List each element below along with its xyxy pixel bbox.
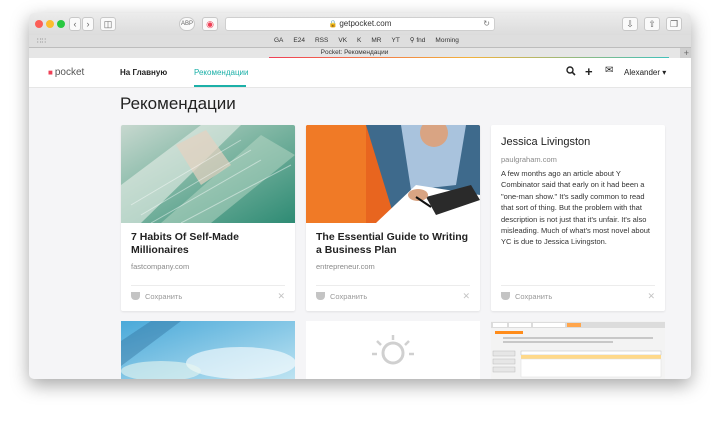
new-tab-button[interactable]: + <box>684 48 689 58</box>
money-thumbnail <box>121 125 295 223</box>
pocket-logo[interactable]: ■ pocket <box>48 67 84 78</box>
pocket-save-icon <box>131 292 140 300</box>
nav-home-link[interactable]: На Главную <box>120 68 167 77</box>
sky-thumbnail[interactable] <box>121 321 295 379</box>
chevron-down-icon: ▾ <box>662 68 667 77</box>
inbox-icon[interactable]: ✉ <box>605 65 613 76</box>
dismiss-icon[interactable]: ✕ <box>647 291 655 302</box>
card-title[interactable]: 7 Habits Of Self-Made Millionaires <box>131 231 289 257</box>
card-domain: paulgraham.com <box>501 155 557 164</box>
bookmark-fnd-label: fnd <box>416 37 426 44</box>
share-icon[interactable]: ⇧ <box>644 17 660 31</box>
page-title: Рекомендации <box>120 94 236 113</box>
reload-icon[interactable]: ↻ <box>483 18 490 30</box>
card-excerpt: A few months ago an article about Y Comb… <box>501 169 651 247</box>
pocket-extension-icon[interactable]: ◉ <box>202 17 218 31</box>
card-domain: entrepreneur.com <box>316 262 375 271</box>
bookmark-morning[interactable]: Morning <box>435 35 458 47</box>
bookmark-rss[interactable]: RSS <box>315 35 328 47</box>
pocket-navbar: ■ pocket На Главную Рекомендации + ✉ Alex… <box>29 58 691 88</box>
pocket-save-icon <box>316 292 325 300</box>
tab-title: Pocket: Рекомендации <box>320 49 389 56</box>
minimize-window-button[interactable] <box>46 20 54 28</box>
address-bar[interactable]: 🔒 getpocket.com ↻ <box>225 17 495 31</box>
sidebar-icon[interactable]: ◫ <box>100 17 116 31</box>
save-label: Сохранить <box>515 292 553 301</box>
apps-grid-icon[interactable]: ∷∷ <box>37 37 46 45</box>
card-title[interactable]: Jessica Livingston <box>501 136 590 148</box>
adblock-extension-icon[interactable]: ABP <box>179 17 195 31</box>
save-button[interactable]: Сохранить <box>316 292 367 301</box>
tab-bar: Pocket: Рекомендации + <box>29 47 691 58</box>
browser-toolbar: ‹ › ◫ ABP ◉ 🔒 getpocket.com ↻ ⇩ ⇧ ❐ <box>29 13 691 35</box>
bookmarks-bar: ∷∷ GA E24 RSS VK K MR YT ⚲ fnd Morning <box>29 35 691 47</box>
bookmark-k[interactable]: K <box>357 35 361 47</box>
bookmark-yt[interactable]: YT <box>391 35 399 47</box>
bookmark-vk[interactable]: VK <box>338 35 347 47</box>
card-divider <box>316 285 470 286</box>
nav-active-underline <box>194 85 246 87</box>
downloads-icon[interactable]: ⇩ <box>622 17 638 31</box>
card-title[interactable]: The Essential Guide to Writing a Busines… <box>316 231 474 257</box>
zoom-window-button[interactable] <box>57 20 65 28</box>
browser-window: ‹ › ◫ ABP ◉ 🔒 getpocket.com ↻ ⇩ ⇧ ❐ ∷∷ GA… <box>29 13 691 379</box>
nav-recommendations-link[interactable]: Рекомендации <box>194 68 248 77</box>
lightbulb-thumbnail[interactable] <box>306 321 480 379</box>
close-window-button[interactable] <box>35 20 43 28</box>
search-icon[interactable] <box>566 66 576 79</box>
pin-icon: ⚲ <box>409 37 415 44</box>
writing-thumbnail <box>306 125 480 223</box>
pocket-logo-text: pocket <box>54 67 85 78</box>
card-domain: fastcompany.com <box>131 262 190 271</box>
bookmark-fnd[interactable]: ⚲ fnd <box>410 35 426 47</box>
dismiss-icon[interactable]: ✕ <box>277 291 285 302</box>
bookmark-ga[interactable]: GA <box>274 35 283 47</box>
recommendation-card[interactable]: Jessica Livingston paulgraham.com A few … <box>491 125 665 311</box>
back-button[interactable]: ‹ <box>69 17 81 31</box>
lock-icon: 🔒 <box>328 21 338 28</box>
save-label: Сохранить <box>145 292 183 301</box>
dismiss-icon[interactable]: ✕ <box>462 291 470 302</box>
card-divider <box>501 285 655 286</box>
tabs-overview-icon[interactable]: ❐ <box>666 17 682 31</box>
pocket-logo-icon: ■ <box>48 68 53 77</box>
add-icon[interactable]: + <box>585 64 593 79</box>
save-button[interactable]: Сохранить <box>131 292 182 301</box>
user-name: Alexander <box>624 68 661 77</box>
pocket-save-icon <box>501 292 510 300</box>
url-text: getpocket.com <box>339 19 392 28</box>
bookmark-e24[interactable]: E24 <box>293 35 305 47</box>
forward-button[interactable]: › <box>82 17 94 31</box>
bookmark-mr[interactable]: MR <box>371 35 381 47</box>
card-divider <box>131 285 285 286</box>
save-button[interactable]: Сохранить <box>501 292 552 301</box>
recommendation-card[interactable]: The Essential Guide to Writing a Busines… <box>306 125 480 311</box>
user-menu[interactable]: Alexander ▾ <box>624 68 666 77</box>
recommendation-card[interactable]: 7 Habits Of Self-Made Millionaires fastc… <box>121 125 295 311</box>
proxy-settings-thumbnail[interactable] <box>491 321 665 379</box>
save-label: Сохранить <box>330 292 368 301</box>
